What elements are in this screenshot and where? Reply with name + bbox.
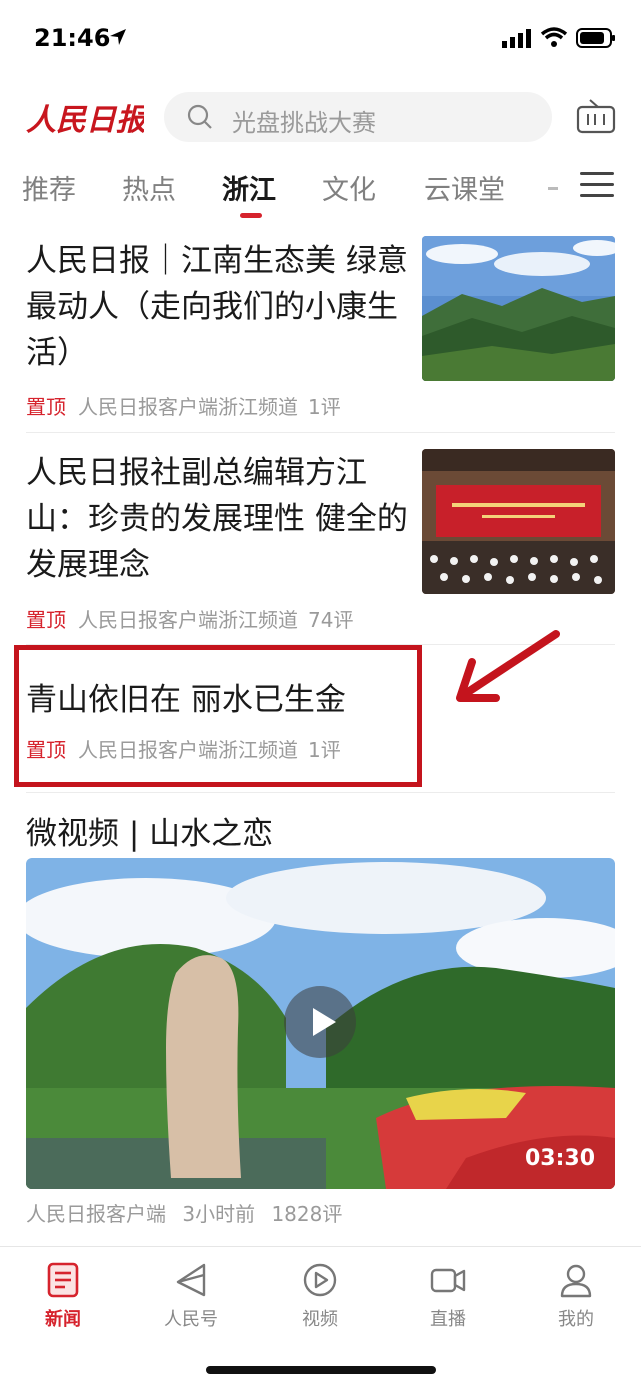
annotation-highlight-box <box>14 645 422 787</box>
article-meta: 置顶 人民日报客户端浙江频道 1评 <box>26 391 341 420</box>
radio-icon[interactable] <box>576 98 616 134</box>
people-daily-logo[interactable]: 人民日报 <box>26 92 144 140</box>
comment-count: 74评 <box>308 608 354 632</box>
news-icon <box>47 1262 79 1298</box>
article-title[interactable]: 人民日报｜江南生态美 绿意最动人（走向我们的小康生活） <box>26 238 411 376</box>
nav-label: 新闻 <box>45 1309 81 1330</box>
wifi-icon <box>540 27 568 47</box>
tab-overflow-hint <box>548 187 558 190</box>
nav-me[interactable]: 我的 <box>531 1261 621 1331</box>
divider <box>26 432 615 433</box>
search-bar[interactable]: 光盘挑战大赛 <box>164 92 552 142</box>
comment-count: 1评 <box>308 395 341 419</box>
tab-cloud-classroom[interactable]: 云课堂 <box>424 168 505 207</box>
comment-count: 1828评 <box>271 1202 343 1226</box>
divider <box>26 792 615 793</box>
nav-label: 我的 <box>558 1309 594 1330</box>
tab-recommend[interactable]: 推荐 <box>22 168 76 207</box>
play-icon <box>313 1008 336 1036</box>
nav-label: 直播 <box>430 1309 466 1330</box>
pinned-badge: 置顶 <box>26 395 66 419</box>
nav-people-account[interactable]: 人民号 <box>146 1261 236 1331</box>
location-arrow-icon <box>110 29 126 45</box>
video-player[interactable]: 03:30 <box>26 858 615 1189</box>
tab-hot[interactable]: 热点 <box>122 168 176 207</box>
pinned-badge: 置顶 <box>26 608 66 632</box>
status-time: 21:46 <box>34 24 111 52</box>
video-play-button[interactable] <box>284 986 356 1058</box>
nav-news[interactable]: 新闻 <box>18 1261 108 1331</box>
article-title[interactable]: 人民日报社副总编辑方江山：珍贵的发展理性 健全的发展理念 <box>26 450 411 588</box>
search-icon <box>187 104 212 129</box>
status-bar: 21:46 <box>0 0 641 80</box>
video-source: 人民日报客户端 <box>26 1202 166 1226</box>
video-title[interactable]: 微视频 | 山水之恋 <box>26 808 273 853</box>
video-duration: 03:30 <box>524 1146 595 1171</box>
article-source: 人民日报客户端浙江频道 <box>78 395 298 419</box>
tab-culture[interactable]: 文化 <box>322 168 376 207</box>
channel-menu-icon[interactable] <box>580 172 614 198</box>
article-meta: 置顶 人民日报客户端浙江频道 74评 <box>26 604 353 633</box>
battery-icon <box>576 28 615 48</box>
annotation-arrow <box>456 630 560 702</box>
video-meta: 人民日报客户端 3小时前 1828评 <box>26 1198 342 1227</box>
search-placeholder: 光盘挑战大赛 <box>232 109 376 137</box>
svg-text:人民日报: 人民日报 <box>26 103 144 138</box>
video-play-icon <box>303 1263 337 1297</box>
article-thumbnail-mountains[interactable] <box>422 236 615 381</box>
nav-label: 人民号 <box>164 1309 218 1330</box>
user-icon <box>560 1264 592 1298</box>
cellular-signal-icon <box>502 29 531 48</box>
video-time: 3小时前 <box>182 1202 256 1226</box>
nav-live[interactable]: 直播 <box>403 1261 493 1331</box>
channel-tabs: 推荐 热点 浙江 文化 云课堂 <box>0 160 641 220</box>
home-indicator[interactable] <box>206 1366 436 1374</box>
paper-plane-icon <box>176 1263 206 1297</box>
article-thumbnail-conference[interactable] <box>422 449 615 594</box>
active-tab-indicator <box>240 213 262 218</box>
nav-video[interactable]: 视频 <box>275 1261 365 1331</box>
tab-zhejiang[interactable]: 浙江 <box>222 168 276 207</box>
nav-label: 视频 <box>302 1309 338 1330</box>
article-source: 人民日报客户端浙江频道 <box>78 608 298 632</box>
camera-icon <box>430 1268 466 1293</box>
